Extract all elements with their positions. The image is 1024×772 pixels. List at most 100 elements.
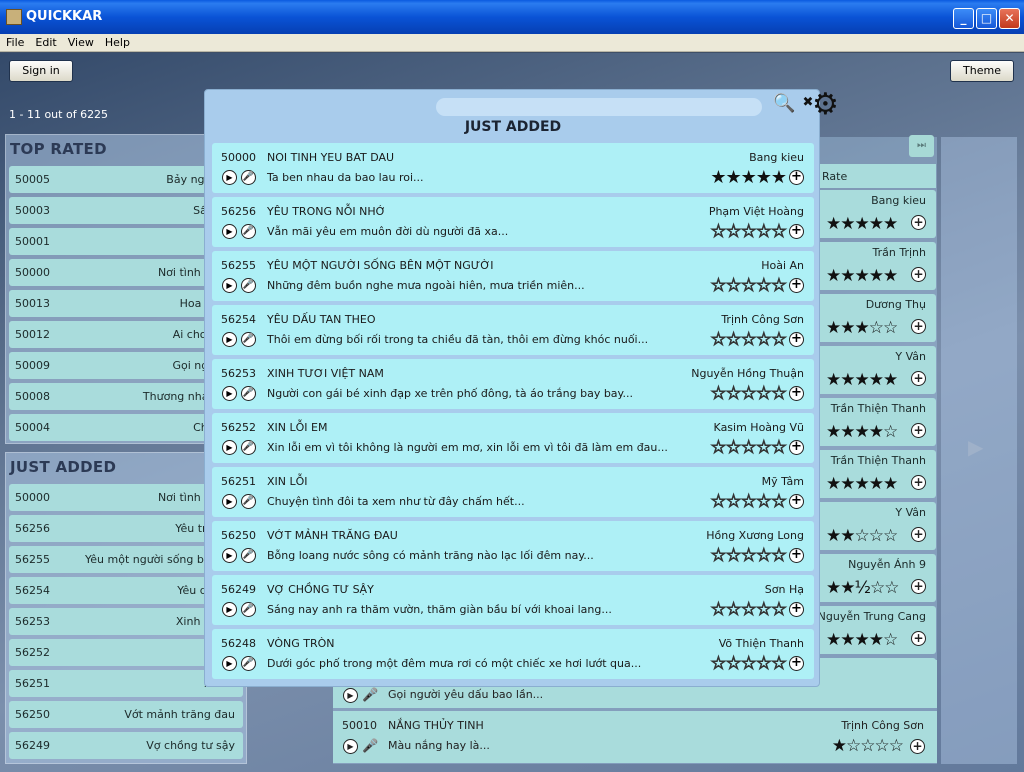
menu-help[interactable]: Help	[99, 34, 135, 49]
star-rating[interactable]: ☆☆☆☆☆	[710, 275, 788, 297]
star-rating[interactable]: ☆☆☆☆☆	[710, 653, 788, 675]
menu-edit[interactable]: Edit	[29, 34, 61, 49]
play-icon[interactable]: ▶	[222, 386, 237, 401]
song-row[interactable]: 56254 YÊU DẤU TAN THEO Trịnh Công Sơn ▶ 🎤 Thô…	[212, 305, 814, 355]
gear-icon[interactable]: ⚙	[812, 89, 844, 121]
star-rating[interactable]: ★★½☆☆	[826, 578, 899, 598]
star-rating[interactable]: ☆☆☆☆☆	[710, 491, 788, 513]
add-icon[interactable]: +	[911, 631, 926, 646]
song-row[interactable]: 56255 YÊU MỘT NGƯỜI SỐNG BÊN MỘT NGƯỜI Hoà…	[212, 251, 814, 301]
play-icon[interactable]: ▶	[343, 688, 358, 703]
play-icon[interactable]: ▶	[222, 602, 237, 617]
star-rating[interactable]: ☆☆☆☆☆	[710, 221, 788, 243]
star-rating[interactable]: ★★★★★	[710, 167, 787, 188]
star-rating[interactable]: ★★★★★	[826, 370, 898, 390]
play-icon[interactable]: ▶	[343, 739, 358, 754]
star-rating[interactable]: ★★★★★	[826, 214, 898, 234]
add-icon[interactable]: +	[911, 527, 926, 542]
song-row[interactable]: 56251 XIN LỖI Mỹ Tâm ▶ 🎤 Chuyện tình đôi ta x…	[212, 467, 814, 517]
star-rating[interactable]: ★★★★☆	[826, 422, 898, 442]
add-icon[interactable]: +	[789, 494, 804, 509]
add-icon[interactable]: +	[789, 440, 804, 455]
mic-icon[interactable]: 🎤	[241, 494, 256, 509]
star-rating[interactable]: ☆☆☆☆☆	[710, 545, 788, 567]
table-row[interactable]: Y Vân ★★★★★ +	[812, 346, 936, 394]
mic-icon[interactable]: 🎤	[362, 688, 378, 703]
mic-icon[interactable]: 🎤	[241, 170, 256, 185]
mic-icon[interactable]: 🎤	[241, 548, 256, 563]
song-row[interactable]: 56256 YÊU TRONG NỖI NHỚ Phạm Việt Hoàng ▶ 🎤 V…	[212, 197, 814, 247]
add-icon[interactable]: +	[789, 548, 804, 563]
star-rating[interactable]: ☆☆☆☆☆	[710, 437, 788, 459]
table-row[interactable]: Nguyễn Ánh 9 ★★½☆☆ +	[812, 554, 936, 602]
star-rating[interactable]: ★★★☆☆	[826, 318, 898, 338]
add-icon[interactable]: +	[910, 739, 925, 754]
table-row[interactable]: Y Vân ★★☆☆☆ +	[812, 502, 936, 550]
add-icon[interactable]: +	[789, 602, 804, 617]
play-icon[interactable]: ▶	[222, 494, 237, 509]
song-row[interactable]: 56250 VỚT MẢNH TRĂNG ĐAU Hồng Xương Long ▶ 🎤…	[212, 521, 814, 571]
table-row[interactable]: Bang kieu ★★★★★ +	[812, 190, 936, 238]
song-row[interactable]: 56249 VỢ CHỒNG TƯ SẬY Sơn Hạ ▶ 🎤 Sáng nay anh…	[212, 575, 814, 625]
mic-icon[interactable]: 🎤	[241, 224, 256, 239]
maximize-button[interactable]: □	[976, 8, 997, 29]
mic-icon[interactable]: 🎤	[241, 332, 256, 347]
star-rating[interactable]: ☆☆☆☆☆	[710, 599, 788, 621]
star-rating[interactable]: ☆☆☆☆☆	[710, 329, 788, 351]
table-row[interactable]: 50010 NẮNG THỦY TINH Trịnh Công Sơn ▶ 🎤 …	[333, 711, 937, 763]
theme-button[interactable]: Theme	[950, 60, 1014, 82]
table-row[interactable]: Trần Thiện Thanh ★★★★★ +	[812, 450, 936, 498]
mic-icon[interactable]: 🎤	[241, 386, 256, 401]
add-icon[interactable]: +	[789, 170, 804, 185]
add-icon[interactable]: +	[789, 386, 804, 401]
star-rating[interactable]: ★★★★☆	[826, 630, 898, 650]
add-icon[interactable]: +	[911, 371, 926, 386]
sign-in-button[interactable]: Sign in	[9, 60, 73, 82]
play-icon[interactable]: ▶	[222, 656, 237, 671]
mic-icon[interactable]: 🎤	[241, 278, 256, 293]
close-window-button[interactable]: ✕	[999, 8, 1020, 29]
table-row[interactable]: Nguyễn Trung Cang ★★★★☆ +	[812, 606, 936, 654]
skip-to-end-icon[interactable]: ⏭	[909, 135, 934, 157]
search-input[interactable]	[436, 98, 762, 116]
play-icon[interactable]: ▶	[222, 332, 237, 347]
star-rating[interactable]: ★★★★★	[826, 266, 898, 286]
song-row[interactable]: 56248 VÒNG TRÒN Võ Thiện Thanh ▶ 🎤 Dưới góc p…	[212, 629, 814, 679]
song-row[interactable]: 50000 NOI TINH YEU BAT DAU Bang kieu ▶ 🎤 Ta b…	[212, 143, 814, 193]
menu-view[interactable]: View	[62, 34, 99, 49]
add-icon[interactable]: +	[911, 319, 926, 334]
add-icon[interactable]: +	[789, 278, 804, 293]
star-rating[interactable]: ☆☆☆☆☆	[710, 383, 788, 405]
add-icon[interactable]: +	[911, 423, 926, 438]
add-icon[interactable]: +	[789, 332, 804, 347]
play-icon[interactable]: ▶	[222, 440, 237, 455]
add-icon[interactable]: +	[911, 579, 926, 594]
mic-icon[interactable]: 🎤	[362, 739, 378, 754]
add-icon[interactable]: +	[789, 656, 804, 671]
star-rating[interactable]: ★☆☆☆☆	[832, 736, 904, 756]
menu-file[interactable]: File	[0, 34, 29, 49]
table-row[interactable]: Trần Thiện Thanh ★★★★☆ +	[812, 398, 936, 446]
play-icon[interactable]: ▶	[222, 548, 237, 563]
search-icon[interactable]: 🔍	[773, 94, 795, 114]
play-icon[interactable]: ▶	[222, 170, 237, 185]
minimize-button[interactable]: _	[953, 8, 974, 29]
add-icon[interactable]: +	[911, 267, 926, 282]
table-row[interactable]: Dương Thụ ★★★☆☆ +	[812, 294, 936, 342]
list-item[interactable]: 56250 Vớt mảnh trăng đau	[9, 701, 243, 728]
add-icon[interactable]: +	[911, 475, 926, 490]
add-icon[interactable]: +	[911, 215, 926, 230]
star-rating[interactable]: ★★☆☆☆	[826, 526, 898, 546]
mic-icon[interactable]: 🎤	[241, 656, 256, 671]
list-item[interactable]: 56249 Vợ chồng tư sậy	[9, 732, 243, 759]
play-icon[interactable]: ▶	[222, 224, 237, 239]
play-icon[interactable]: ▶	[222, 278, 237, 293]
song-row[interactable]: 56252 XIN LỖI EM Kasim Hoàng Vũ ▶ 🎤 Xin lỗi e…	[212, 413, 814, 463]
star-rating[interactable]: ★★★★★	[826, 474, 898, 494]
song-row[interactable]: 56253 XINH TƯƠI VIỆT NAM Nguyễn Hồng Thuận…	[212, 359, 814, 409]
next-page-icon[interactable]: ▶	[968, 435, 983, 459]
mic-icon[interactable]: 🎤	[241, 602, 256, 617]
mic-icon[interactable]: 🎤	[241, 440, 256, 455]
add-icon[interactable]: +	[789, 224, 804, 239]
table-row[interactable]: Trần Trịnh ★★★★★ +	[812, 242, 936, 290]
